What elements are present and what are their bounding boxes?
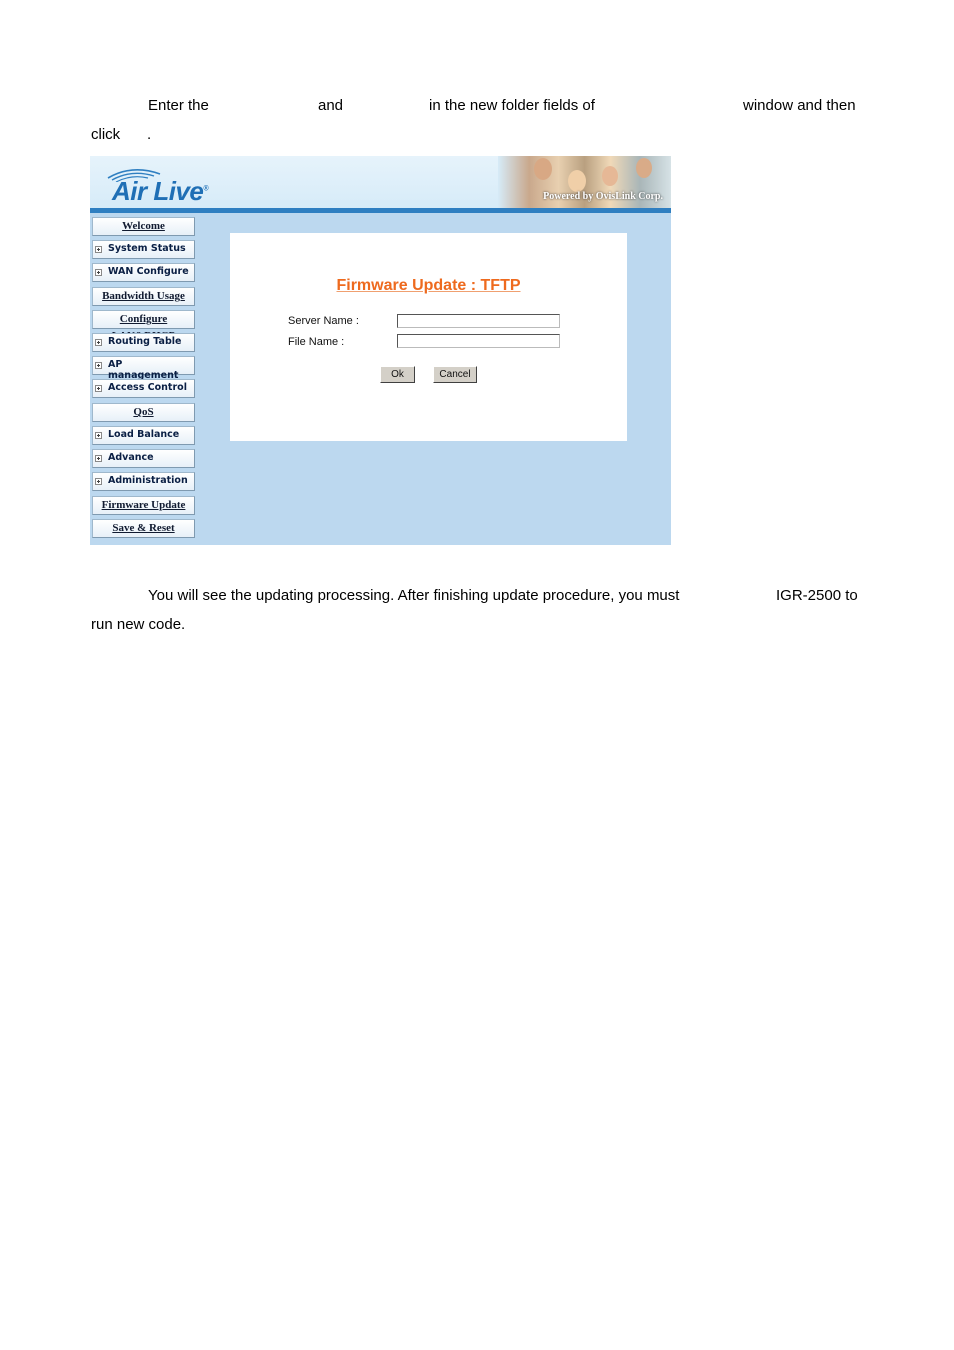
expand-plus-icon[interactable]: [95, 455, 102, 462]
nav-label: System Status: [108, 243, 186, 254]
nav-label: Administration: [108, 475, 188, 486]
nav-label: Routing Table: [108, 336, 182, 347]
nav-item-bandwidth-usage[interactable]: Bandwidth Usage: [92, 287, 195, 306]
nav-label: WAN Configure: [108, 266, 189, 277]
text-fragment: IGR-2500 to: [776, 587, 858, 604]
ok-button[interactable]: Ok: [380, 366, 415, 383]
expand-plus-icon[interactable]: [95, 385, 102, 392]
text-fragment: in the new folder fields of: [429, 97, 595, 114]
nav-label: Load Balance: [108, 429, 180, 440]
firmware-update-panel: Firmware Update : TFTP Server Name : Fil…: [230, 233, 627, 441]
airlive-logo: Air Live®: [112, 176, 209, 206]
text-fragment: and: [318, 97, 344, 114]
cancel-button[interactable]: Cancel: [433, 366, 477, 383]
server-name-label: Server Name :: [288, 315, 359, 327]
nav-label: Bandwidth Usage: [102, 290, 185, 302]
expand-plus-icon[interactable]: [95, 478, 102, 485]
panel-title: Firmware Update : TFTP: [336, 277, 521, 294]
nav-item-firmware-update[interactable]: Firmware Update: [92, 496, 195, 515]
nav-label: Access Control: [108, 382, 187, 393]
expand-plus-icon[interactable]: [95, 269, 102, 276]
nav-label: Save & Reset: [112, 522, 175, 534]
expand-plus-icon[interactable]: [95, 362, 102, 369]
result-paragraph: You will see the updating processing. Af…: [90, 581, 863, 639]
nav-item-administration[interactable]: Administration: [92, 472, 195, 491]
powered-by-text: Powered by OvisLink Corp.: [543, 191, 663, 202]
nav-item-save-reset[interactable]: Save & Reset: [92, 519, 195, 538]
nav-item-advance[interactable]: Advance: [92, 449, 195, 468]
nav-item-ap-management[interactable]: AP management: [92, 356, 195, 381]
text-fragment: window and then: [743, 97, 856, 114]
nav-item-configure-lan-dhcp[interactable]: Configure LAN&DHCP: [92, 310, 195, 342]
expand-plus-icon[interactable]: [95, 432, 102, 439]
banner-divider: [90, 208, 671, 213]
nav-label: Advance: [108, 452, 154, 463]
header-banner: Air Live® Powered by OvisLink Corp.: [90, 156, 671, 210]
server-name-input[interactable]: [397, 314, 560, 328]
router-ui-screenshot: Air Live® Powered by OvisLink Corp. Welc…: [90, 156, 671, 545]
expand-plus-icon[interactable]: [95, 339, 102, 346]
banner-photo: Powered by OvisLink Corp.: [498, 156, 671, 208]
text-fragment: run new code.: [91, 616, 186, 633]
nav-item-system-status[interactable]: System Status: [92, 240, 195, 259]
nav-label: Firmware Update: [101, 499, 186, 511]
file-name-label: File Name :: [288, 336, 345, 348]
nav-label: QoS: [133, 406, 154, 418]
nav-item-welcome[interactable]: Welcome: [92, 217, 195, 236]
paragraph-line: You will see the updating processing. Af…: [90, 581, 863, 610]
instruction-paragraph: Enter the and in the new folder fields o…: [90, 91, 863, 149]
nav-label: Welcome: [122, 220, 165, 232]
paragraph-line: run new code.: [90, 610, 863, 639]
nav-item-load-balance[interactable]: Load Balance: [92, 426, 195, 445]
nav-item-routing-table[interactable]: Routing Table: [92, 333, 195, 352]
text-fragment: You will see the updating processing. Af…: [148, 587, 680, 604]
text-fragment: Enter the: [148, 97, 209, 114]
nav-label: AP management: [108, 359, 179, 381]
paragraph-line: Enter the and in the new folder fields o…: [90, 91, 863, 120]
nav-item-wan-configure[interactable]: WAN Configure: [92, 263, 195, 282]
nav-item-access-control[interactable]: Access Control: [92, 379, 195, 398]
paragraph-line: click .: [90, 120, 863, 149]
expand-plus-icon[interactable]: [95, 246, 102, 253]
text-fragment: .: [147, 126, 152, 143]
text-fragment: click: [91, 126, 121, 143]
file-name-input[interactable]: [397, 334, 560, 348]
nav-item-qos[interactable]: QoS: [92, 403, 195, 422]
